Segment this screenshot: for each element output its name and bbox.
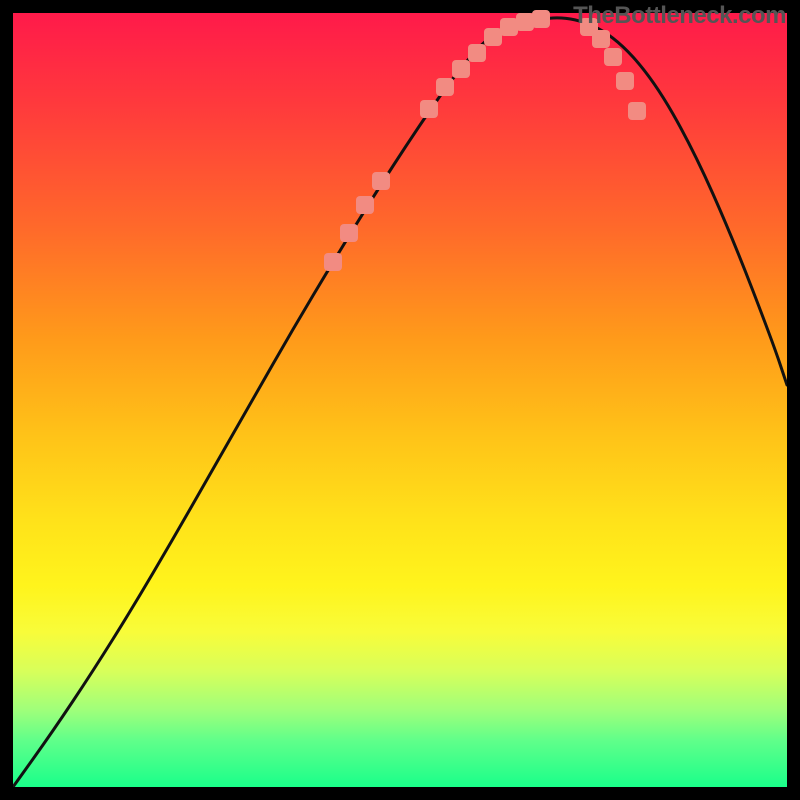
highlight-marker — [420, 100, 438, 118]
highlight-marker — [532, 10, 550, 28]
highlight-marker — [372, 172, 390, 190]
highlight-marker — [592, 30, 610, 48]
watermark-text: TheBottleneck.com — [573, 2, 786, 30]
highlight-marker — [324, 253, 342, 271]
highlight-marker — [604, 48, 622, 66]
highlight-marker — [356, 196, 374, 214]
highlight-marker — [628, 102, 646, 120]
bottleneck-curve — [13, 18, 787, 787]
curve-svg — [13, 13, 787, 787]
chart-frame — [13, 13, 787, 787]
plot-area — [13, 13, 787, 787]
highlight-marker — [436, 78, 454, 96]
highlight-marker — [616, 72, 634, 90]
highlight-marker — [452, 60, 470, 78]
highlight-marker — [340, 224, 358, 242]
highlight-marker — [468, 44, 486, 62]
